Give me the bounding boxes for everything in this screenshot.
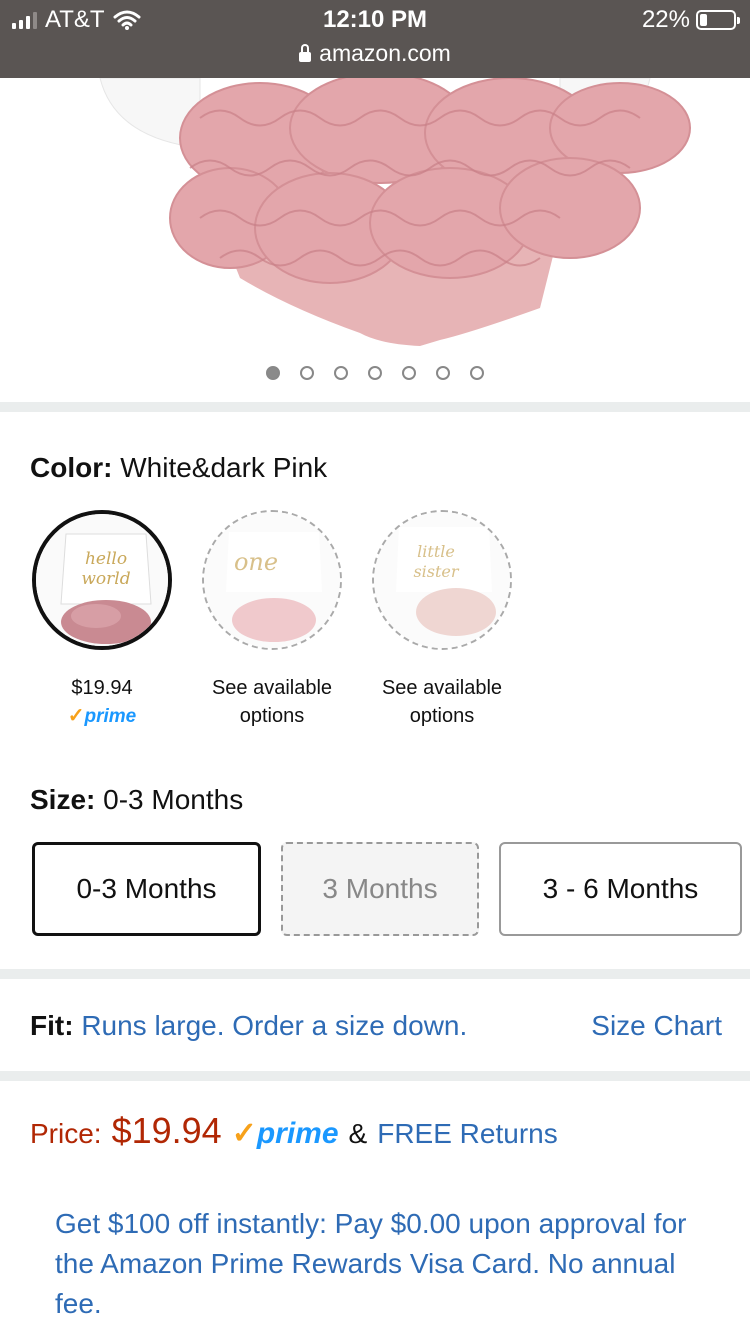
lock-icon: [299, 43, 312, 62]
svg-text:little: little: [417, 542, 455, 561]
size-selection-label: Size: 0-3 Months: [30, 784, 244, 815]
size-option-0-3-months[interactable]: 0-3 Months: [32, 842, 261, 936]
swatch-caption-hello-world: $19.94 ✓prime: [17, 674, 187, 731]
divider: [0, 402, 750, 412]
status-bar: AT&T 12:10 PM 22% amazon.com: [0, 0, 750, 78]
size-value: 0-3 Months: [103, 784, 244, 815]
swatch-caption-one: See available options: [211, 677, 333, 727]
gallery-dot[interactable]: [436, 366, 450, 380]
color-value: White&dark Pink: [120, 452, 328, 483]
product-image[interactable]: [0, 78, 750, 402]
color-selection-label: Color: White&dark Pink: [30, 452, 328, 483]
check-icon: ✓: [67, 705, 85, 727]
price-row: Price: $19.94 ✓prime & FREE Returns: [30, 1110, 558, 1152]
gallery-dot[interactable]: [266, 366, 280, 380]
prime-badge: ✓prime: [231, 1117, 339, 1150]
gallery-dots: [0, 366, 750, 380]
battery-icon: [696, 10, 740, 30]
swatch-price: $19.94: [71, 677, 133, 699]
svg-text:hello: hello: [85, 549, 127, 569]
svg-text:world: world: [81, 569, 130, 589]
fit-value-link[interactable]: Runs large. Order a size down.: [81, 1010, 467, 1041]
tutu-illustration: [99, 78, 691, 346]
clock: 12:10 PM: [322, 6, 428, 33]
divider: [0, 1071, 750, 1081]
price-label: Price:: [30, 1118, 102, 1149]
size-option-3-6-months[interactable]: 3 - 6 Months: [499, 842, 742, 936]
color-swatch-hello-world[interactable]: hello world: [32, 510, 172, 650]
fit-info: Fit: Runs large. Order a size down.: [30, 1010, 468, 1041]
size-chart-link[interactable]: Size Chart: [591, 1010, 722, 1042]
battery-area: 22%: [641, 6, 740, 34]
visa-promo-link[interactable]: Get $100 off instantly: Pay $0.00 upon a…: [55, 1204, 715, 1324]
battery-percent: 22%: [641, 6, 690, 33]
color-swatch-one[interactable]: one: [202, 510, 342, 650]
check-icon: ✓: [231, 1117, 257, 1150]
url-text: amazon.com: [319, 40, 451, 66]
gallery-dot[interactable]: [368, 366, 382, 380]
size-option-3-months[interactable]: 3 Months: [281, 842, 479, 936]
price-value: $19.94: [111, 1110, 222, 1151]
gallery-dot[interactable]: [470, 366, 484, 380]
svg-text:sister: sister: [413, 562, 459, 581]
gallery-dot[interactable]: [402, 366, 416, 380]
color-swatch-little-sister[interactable]: little sister: [372, 510, 512, 650]
gallery-dot[interactable]: [300, 366, 314, 380]
address-bar[interactable]: amazon.com: [0, 40, 750, 67]
svg-text:one: one: [234, 548, 278, 576]
free-returns-link[interactable]: FREE Returns: [377, 1118, 558, 1150]
divider: [0, 969, 750, 979]
swatch-caption-little-sister: See available options: [381, 677, 503, 727]
swatch-prime-badge: ✓prime: [67, 705, 137, 727]
returns-prefix: &: [348, 1118, 368, 1149]
gallery-dot[interactable]: [334, 366, 348, 380]
